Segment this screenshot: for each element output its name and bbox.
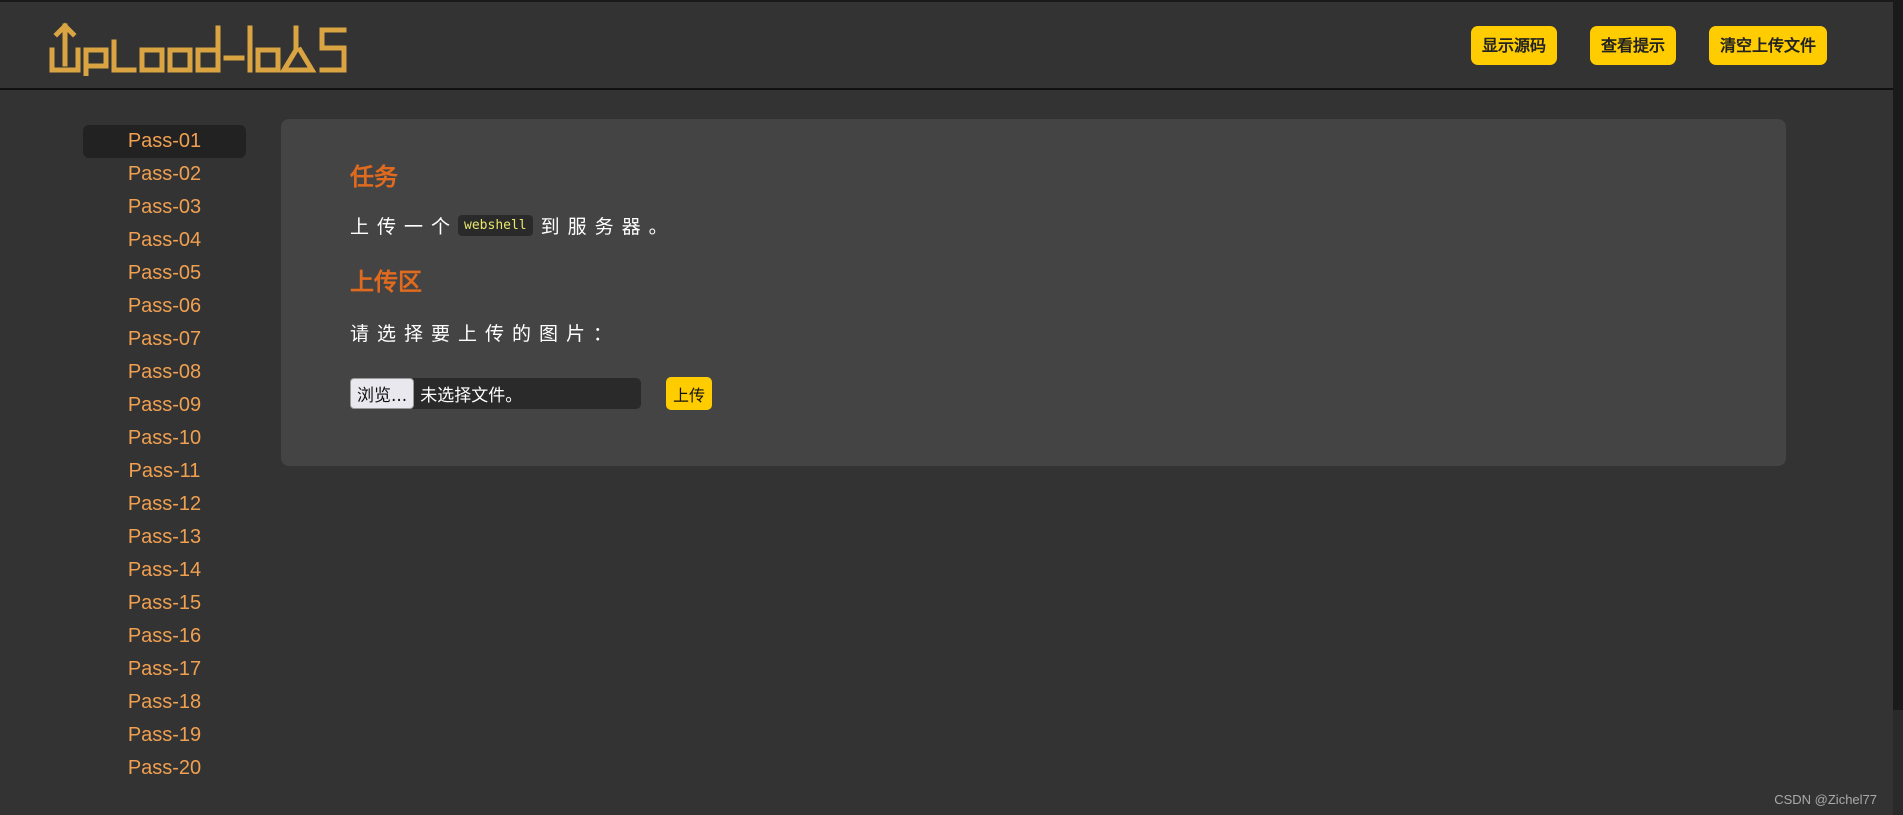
upload-labs-logo[interactable]	[48, 20, 364, 76]
file-status: 未选择文件。	[420, 386, 523, 406]
scrollbar-thumb[interactable]	[1893, 0, 1903, 710]
task-text-before: 上传一个	[350, 215, 459, 238]
sidebar-item-pass-12[interactable]: Pass-12	[83, 488, 246, 521]
file-input[interactable]: 浏览... 未选择文件。	[350, 378, 641, 409]
show-source-button[interactable]: 显示源码	[1470, 26, 1557, 65]
sidebar-item-pass-16[interactable]: Pass-16	[83, 620, 246, 653]
upload-submit-button[interactable]: 上传	[666, 377, 713, 410]
sidebar-item-pass-07[interactable]: Pass-07	[83, 323, 246, 356]
sidebar-item-pass-03[interactable]: Pass-03	[83, 191, 246, 224]
sidebar-item-pass-01[interactable]: Pass-01	[83, 125, 246, 158]
sidebar-item-pass-04[interactable]: Pass-04	[83, 224, 246, 257]
view-hint-button[interactable]: 查看提示	[1589, 26, 1676, 65]
sidebar-item-pass-19[interactable]: Pass-19	[83, 719, 246, 752]
sidebar-item-pass-20[interactable]: Pass-20	[83, 752, 246, 785]
webshell-code: webshell	[458, 214, 533, 236]
task-description: 上传一个 webshell 到服务器。	[350, 210, 1746, 240]
sidebar-item-pass-06[interactable]: Pass-06	[83, 290, 246, 323]
header-actions: 显示源码 查看提示 清空上传文件	[1470, 26, 1827, 65]
clear-uploads-button[interactable]: 清空上传文件	[1708, 26, 1827, 65]
sidebar-item-pass-11[interactable]: Pass-11	[83, 455, 246, 488]
browse-button[interactable]: 浏览...	[350, 378, 415, 409]
sidebar-item-pass-02[interactable]: Pass-02	[83, 158, 246, 191]
sidebar-item-pass-05[interactable]: Pass-05	[83, 257, 246, 290]
panel-content: 任务 上传一个 webshell 到服务器。 上传区 请选择要上传的图片： 浏览…	[350, 157, 1746, 410]
sidebar-item-pass-13[interactable]: Pass-13	[83, 521, 246, 554]
upload-prompt: 请选择要上传的图片：	[350, 323, 621, 345]
watermark-credit: CSDN @Zichel77	[1774, 792, 1877, 807]
main-panel: 任务 上传一个 webshell 到服务器。 上传区 请选择要上传的图片： 浏览…	[281, 119, 1786, 466]
upload-heading: 上传区	[350, 268, 422, 296]
sidebar-item-pass-09[interactable]: Pass-09	[83, 389, 246, 422]
sidebar-item-pass-10[interactable]: Pass-10	[83, 422, 246, 455]
sidebar-item-pass-08[interactable]: Pass-08	[83, 356, 246, 389]
sidebar-item-pass-17[interactable]: Pass-17	[83, 653, 246, 686]
task-text-after: 到服务器。	[540, 215, 676, 238]
sidebar-item-pass-18[interactable]: Pass-18	[83, 686, 246, 719]
task-heading: 任务	[350, 163, 398, 191]
page: 显示源码 查看提示 清空上传文件 Pass-01 Pass-02 Pass-03…	[0, 0, 1903, 815]
header: 显示源码 查看提示 清空上传文件	[0, 0, 1903, 90]
sidebar-item-pass-15[interactable]: Pass-15	[83, 587, 246, 620]
sidebar: Pass-01 Pass-02 Pass-03 Pass-04 Pass-05 …	[83, 125, 246, 785]
upload-form: 浏览... 未选择文件。 上传	[350, 377, 1746, 410]
sidebar-item-pass-14[interactable]: Pass-14	[83, 554, 246, 587]
